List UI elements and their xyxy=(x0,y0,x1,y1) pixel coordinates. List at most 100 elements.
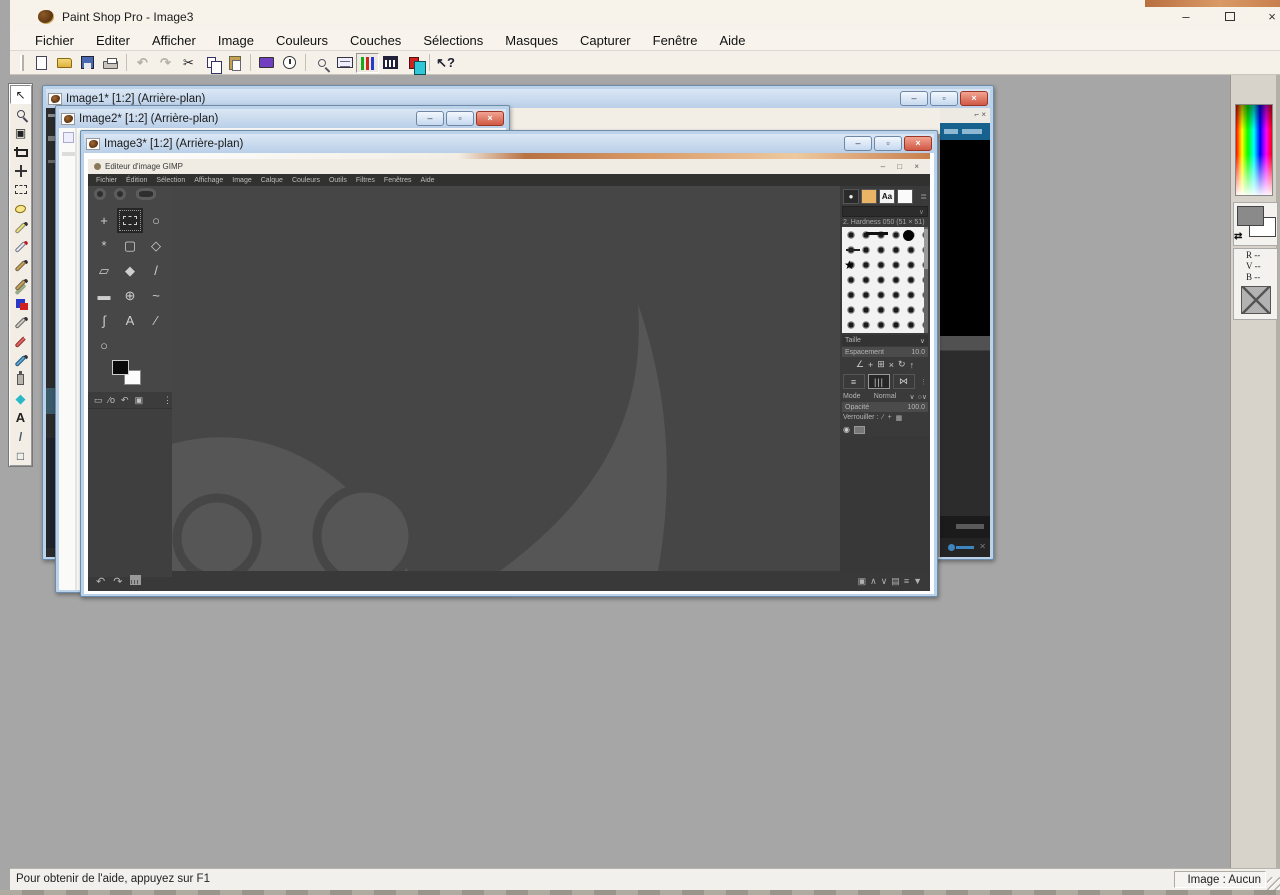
tool-picture-tube[interactable] xyxy=(10,351,31,370)
color-dialog-button[interactable] xyxy=(402,53,425,73)
menu-Fichier[interactable]: Fichier xyxy=(24,33,85,48)
tool-mover[interactable] xyxy=(10,161,31,180)
print-button[interactable] xyxy=(99,53,122,73)
close-button[interactable]: × xyxy=(1250,6,1280,26)
tool-deformation[interactable]: ▣ xyxy=(10,123,31,142)
brush-circle xyxy=(903,230,914,241)
tool-crop[interactable] xyxy=(10,142,31,161)
tool-flood-fill[interactable]: ◆ xyxy=(10,389,31,408)
tool-picture-tube-shape xyxy=(14,354,26,366)
swap-colors-icon[interactable]: ⇄ xyxy=(1234,231,1242,242)
tool-arrow[interactable]: ↖ xyxy=(10,85,31,104)
minimize-button[interactable]: – xyxy=(1164,6,1208,26)
tool-dropper[interactable] xyxy=(10,237,31,256)
tool-selection[interactable] xyxy=(10,180,31,199)
tool-clone-brush[interactable] xyxy=(10,275,31,294)
image3-close-button[interactable]: × xyxy=(904,136,932,151)
tool-dropper-shape xyxy=(14,240,26,252)
merge-layer-icon: ≡ xyxy=(904,576,909,587)
color-palette-toggle[interactable] xyxy=(356,53,379,73)
timer-button[interactable] xyxy=(278,53,301,73)
gimp-tool-fuzzy-select: * xyxy=(91,233,117,258)
tool-color-replacer[interactable] xyxy=(10,294,31,313)
zoom-preview-button[interactable] xyxy=(310,53,333,73)
gimp-menu-Édition: Édition xyxy=(126,177,147,184)
delete-layer-icon: ▼ xyxy=(913,576,922,587)
dynamics-menu-icon: ⋮ xyxy=(920,378,927,386)
new-button[interactable] xyxy=(30,53,53,73)
print-icon xyxy=(103,61,118,69)
gimp-menu-Outils: Outils xyxy=(329,177,347,184)
delete-brush-icon: × xyxy=(889,360,894,370)
gimp-bottom-bar: ↶ ↷ ▣ ∧ ∨ ▤ ≡ ▼ xyxy=(88,571,930,591)
tool-preset-shapes[interactable]: □ xyxy=(10,446,31,465)
menu-Couches[interactable]: Couches xyxy=(339,33,412,48)
image1-minimize-button[interactable]: – xyxy=(900,91,928,106)
save-button[interactable] xyxy=(76,53,99,73)
brush-scrollbar xyxy=(924,227,928,333)
dynamics-lines-icon: ≡ xyxy=(843,374,865,389)
image1-restore-button[interactable]: ▫ xyxy=(930,91,958,106)
maximize-button[interactable] xyxy=(1208,6,1252,26)
image2-restore-button[interactable]: ▫ xyxy=(446,111,474,126)
image2-minimize-button[interactable]: – xyxy=(416,111,444,126)
foreground-swatch[interactable] xyxy=(1237,206,1264,226)
screenshot-blue-tabs xyxy=(940,123,990,140)
image3-canvas[interactable]: Editeur d'image GIMP – □ × FichierÉditio… xyxy=(84,153,934,594)
resize-grip[interactable] xyxy=(1267,877,1280,890)
menu-Editer[interactable]: Editer xyxy=(85,33,141,48)
tool-airbrush-shape xyxy=(17,374,24,385)
image2-close-button[interactable]: × xyxy=(476,111,504,126)
new-icon xyxy=(36,56,47,70)
window-title: Paint Shop Pro - Image3 xyxy=(62,10,193,24)
gimp-tool-paths: ▱ xyxy=(91,258,117,283)
monitor-icon xyxy=(259,57,274,68)
menu-Capturer[interactable]: Capturer xyxy=(569,33,642,48)
image2-titlebar[interactable]: Image2* [1:2] (Arrière-plan) – ▫ × xyxy=(59,109,506,128)
toolbar-grip[interactable] xyxy=(20,55,24,71)
tool-magic-wand[interactable] xyxy=(10,218,31,237)
cut-button[interactable]: ✂ xyxy=(177,53,200,73)
undo-button[interactable]: ↶ xyxy=(131,53,154,73)
menu-Afficher[interactable]: Afficher xyxy=(141,33,207,48)
image1-close-button[interactable]: × xyxy=(960,91,988,106)
menu-Image[interactable]: Image xyxy=(207,33,265,48)
gimp-fg-bg-swatches xyxy=(88,358,172,392)
image3-minimize-button[interactable]: – xyxy=(844,136,872,151)
tool-eraser[interactable] xyxy=(10,332,31,351)
redo-button[interactable]: ↷ xyxy=(154,53,177,73)
copy-button[interactable] xyxy=(200,53,223,73)
screenshot-panel-body xyxy=(940,350,990,516)
tool-airbrush[interactable] xyxy=(10,370,31,389)
image3-titlebar[interactable]: Image3* [1:2] (Arrière-plan) – ▫ × xyxy=(84,134,934,153)
menu-Fenêtre[interactable]: Fenêtre xyxy=(642,33,709,48)
tool-line[interactable]: / xyxy=(10,427,31,446)
tool-options-button[interactable] xyxy=(333,53,356,73)
image3-title: Image3* [1:2] (Arrière-plan) xyxy=(104,138,243,150)
gimp-tool-bucket-fill: ◆ xyxy=(117,258,143,283)
color-dialog-icon xyxy=(409,57,419,69)
gimp-right-dock: ● Aa ≣ ∨ 2. Hardness 050 (51 × 51) ★ xyxy=(840,186,930,571)
color-picker-gradient[interactable] xyxy=(1235,104,1273,196)
psp-app-icon xyxy=(38,10,53,23)
tool-retouch[interactable] xyxy=(10,313,31,332)
tool-freehand[interactable] xyxy=(10,199,31,218)
tool-zoom[interactable] xyxy=(10,104,31,123)
desktop-edge-bottom xyxy=(0,890,1280,895)
menu-Aide[interactable]: Aide xyxy=(708,33,756,48)
menu-Masques[interactable]: Masques xyxy=(494,33,569,48)
capture-preview-button[interactable] xyxy=(255,53,278,73)
context-help-button[interactable]: ↖? xyxy=(434,53,457,73)
tool-text[interactable]: A xyxy=(10,408,31,427)
lock-position-icon: + xyxy=(888,414,892,421)
psp-titlebar[interactable]: Paint Shop Pro - Image3 – × xyxy=(10,0,1280,30)
histogram-button[interactable] xyxy=(379,53,402,73)
tool-eraser-shape xyxy=(14,335,26,347)
open-button[interactable] xyxy=(53,53,76,73)
tool-paint-brush[interactable] xyxy=(10,256,31,275)
gimp-app-icon xyxy=(94,163,101,170)
menu-Sélections[interactable]: Sélections xyxy=(412,33,494,48)
image3-restore-button[interactable]: ▫ xyxy=(874,136,902,151)
paste-button[interactable] xyxy=(223,53,246,73)
menu-Couleurs[interactable]: Couleurs xyxy=(265,33,339,48)
